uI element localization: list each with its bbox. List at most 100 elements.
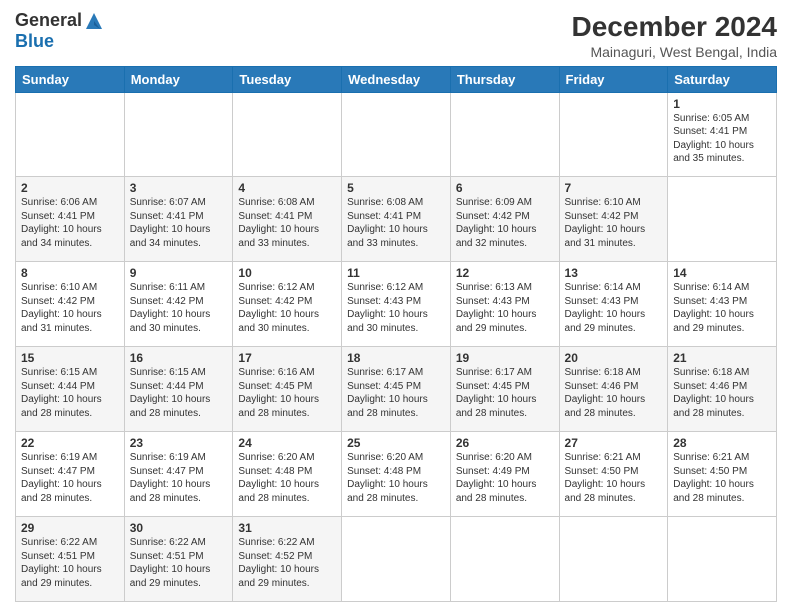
day-number: 11 xyxy=(347,266,445,280)
day-cell xyxy=(668,177,777,262)
col-sunday: Sunday xyxy=(16,66,125,92)
day-cell xyxy=(668,517,777,602)
day-cell: 20Sunrise: 6:18 AMSunset: 4:46 PMDayligh… xyxy=(559,347,668,432)
col-saturday: Saturday xyxy=(668,66,777,92)
day-cell: 6Sunrise: 6:09 AMSunset: 4:42 PMDaylight… xyxy=(450,177,559,262)
empty-cell xyxy=(124,92,233,177)
day-info: Sunrise: 6:09 AMSunset: 4:42 PMDaylight:… xyxy=(456,196,554,250)
day-number: 8 xyxy=(21,266,119,280)
day-number: 26 xyxy=(456,436,554,450)
col-thursday: Thursday xyxy=(450,66,559,92)
day-number: 31 xyxy=(238,521,336,535)
day-cell: 25Sunrise: 6:20 AMSunset: 4:48 PMDayligh… xyxy=(342,432,451,517)
day-number: 5 xyxy=(347,181,445,195)
day-info: Sunrise: 6:21 AMSunset: 4:50 PMDaylight:… xyxy=(565,451,663,505)
empty-cell xyxy=(559,92,668,177)
day-cell: 15Sunrise: 6:15 AMSunset: 4:44 PMDayligh… xyxy=(16,347,125,432)
day-cell: 17Sunrise: 6:16 AMSunset: 4:45 PMDayligh… xyxy=(233,347,342,432)
logo-blue-text: Blue xyxy=(15,31,54,52)
day-info: Sunrise: 6:10 AMSunset: 4:42 PMDaylight:… xyxy=(565,196,663,250)
day-cell: 19Sunrise: 6:17 AMSunset: 4:45 PMDayligh… xyxy=(450,347,559,432)
col-tuesday: Tuesday xyxy=(233,66,342,92)
day-info: Sunrise: 6:05 AMSunset: 4:41 PMDaylight:… xyxy=(673,112,771,166)
empty-cell xyxy=(233,92,342,177)
day-info: Sunrise: 6:20 AMSunset: 4:48 PMDaylight:… xyxy=(238,451,336,505)
day-number: 10 xyxy=(238,266,336,280)
calendar-week-6: 29Sunrise: 6:22 AMSunset: 4:51 PMDayligh… xyxy=(16,517,777,602)
day-cell: 27Sunrise: 6:21 AMSunset: 4:50 PMDayligh… xyxy=(559,432,668,517)
day-info: Sunrise: 6:17 AMSunset: 4:45 PMDaylight:… xyxy=(347,366,445,420)
day-info: Sunrise: 6:20 AMSunset: 4:48 PMDaylight:… xyxy=(347,451,445,505)
day-number: 9 xyxy=(130,266,228,280)
day-cell: 18Sunrise: 6:17 AMSunset: 4:45 PMDayligh… xyxy=(342,347,451,432)
day-number: 30 xyxy=(130,521,228,535)
day-info: Sunrise: 6:12 AMSunset: 4:42 PMDaylight:… xyxy=(238,281,336,335)
day-info: Sunrise: 6:13 AMSunset: 4:43 PMDaylight:… xyxy=(456,281,554,335)
calendar-header-row: Sunday Monday Tuesday Wednesday Thursday… xyxy=(16,66,777,92)
day-number: 14 xyxy=(673,266,771,280)
day-cell: 26Sunrise: 6:20 AMSunset: 4:49 PMDayligh… xyxy=(450,432,559,517)
day-number: 19 xyxy=(456,351,554,365)
day-cell: 29Sunrise: 6:22 AMSunset: 4:51 PMDayligh… xyxy=(16,517,125,602)
day-number: 29 xyxy=(21,521,119,535)
col-friday: Friday xyxy=(559,66,668,92)
day-cell: 28Sunrise: 6:21 AMSunset: 4:50 PMDayligh… xyxy=(668,432,777,517)
day-info: Sunrise: 6:18 AMSunset: 4:46 PMDaylight:… xyxy=(565,366,663,420)
day-cell: 10Sunrise: 6:12 AMSunset: 4:42 PMDayligh… xyxy=(233,262,342,347)
day-cell: 5Sunrise: 6:08 AMSunset: 4:41 PMDaylight… xyxy=(342,177,451,262)
col-wednesday: Wednesday xyxy=(342,66,451,92)
day-info: Sunrise: 6:17 AMSunset: 4:45 PMDaylight:… xyxy=(456,366,554,420)
logo-general-text: General xyxy=(15,10,82,31)
day-number: 15 xyxy=(21,351,119,365)
day-cell: 21Sunrise: 6:18 AMSunset: 4:46 PMDayligh… xyxy=(668,347,777,432)
day-info: Sunrise: 6:14 AMSunset: 4:43 PMDaylight:… xyxy=(673,281,771,335)
day-cell: 23Sunrise: 6:19 AMSunset: 4:47 PMDayligh… xyxy=(124,432,233,517)
day-cell: 3Sunrise: 6:07 AMSunset: 4:41 PMDaylight… xyxy=(124,177,233,262)
day-cell: 30Sunrise: 6:22 AMSunset: 4:51 PMDayligh… xyxy=(124,517,233,602)
day-cell: 7Sunrise: 6:10 AMSunset: 4:42 PMDaylight… xyxy=(559,177,668,262)
day-number: 27 xyxy=(565,436,663,450)
day-cell: 12Sunrise: 6:13 AMSunset: 4:43 PMDayligh… xyxy=(450,262,559,347)
day-info: Sunrise: 6:08 AMSunset: 4:41 PMDaylight:… xyxy=(238,196,336,250)
calendar-week-1: 1Sunrise: 6:05 AMSunset: 4:41 PMDaylight… xyxy=(16,92,777,177)
calendar-week-5: 22Sunrise: 6:19 AMSunset: 4:47 PMDayligh… xyxy=(16,432,777,517)
logo-icon xyxy=(84,11,104,31)
day-number: 16 xyxy=(130,351,228,365)
day-number: 21 xyxy=(673,351,771,365)
day-number: 6 xyxy=(456,181,554,195)
col-monday: Monday xyxy=(124,66,233,92)
header: General Blue December 2024 Mainaguri, We… xyxy=(15,10,777,60)
day-cell: 22Sunrise: 6:19 AMSunset: 4:47 PMDayligh… xyxy=(16,432,125,517)
day-info: Sunrise: 6:10 AMSunset: 4:42 PMDaylight:… xyxy=(21,281,119,335)
calendar-week-2: 2Sunrise: 6:06 AMSunset: 4:41 PMDaylight… xyxy=(16,177,777,262)
day-info: Sunrise: 6:18 AMSunset: 4:46 PMDaylight:… xyxy=(673,366,771,420)
day-number: 2 xyxy=(21,181,119,195)
day-cell xyxy=(450,517,559,602)
empty-cell xyxy=(450,92,559,177)
day-info: Sunrise: 6:07 AMSunset: 4:41 PMDaylight:… xyxy=(130,196,228,250)
day-number: 7 xyxy=(565,181,663,195)
day-info: Sunrise: 6:15 AMSunset: 4:44 PMDaylight:… xyxy=(130,366,228,420)
day-number: 12 xyxy=(456,266,554,280)
day-number: 3 xyxy=(130,181,228,195)
day-number: 23 xyxy=(130,436,228,450)
day-cell: 8Sunrise: 6:10 AMSunset: 4:42 PMDaylight… xyxy=(16,262,125,347)
day-number: 1 xyxy=(673,97,771,111)
day-info: Sunrise: 6:11 AMSunset: 4:42 PMDaylight:… xyxy=(130,281,228,335)
day-info: Sunrise: 6:12 AMSunset: 4:43 PMDaylight:… xyxy=(347,281,445,335)
main-title: December 2024 xyxy=(572,10,777,44)
day-cell: 9Sunrise: 6:11 AMSunset: 4:42 PMDaylight… xyxy=(124,262,233,347)
day-number: 20 xyxy=(565,351,663,365)
empty-cell xyxy=(16,92,125,177)
day-number: 28 xyxy=(673,436,771,450)
subtitle: Mainaguri, West Bengal, India xyxy=(572,44,777,60)
day-cell: 16Sunrise: 6:15 AMSunset: 4:44 PMDayligh… xyxy=(124,347,233,432)
day-number: 22 xyxy=(21,436,119,450)
day-info: Sunrise: 6:16 AMSunset: 4:45 PMDaylight:… xyxy=(238,366,336,420)
logo: General Blue xyxy=(15,10,104,52)
page: General Blue December 2024 Mainaguri, We… xyxy=(0,0,792,612)
day-cell: 1Sunrise: 6:05 AMSunset: 4:41 PMDaylight… xyxy=(668,92,777,177)
day-cell: 31Sunrise: 6:22 AMSunset: 4:52 PMDayligh… xyxy=(233,517,342,602)
day-info: Sunrise: 6:08 AMSunset: 4:41 PMDaylight:… xyxy=(347,196,445,250)
day-info: Sunrise: 6:21 AMSunset: 4:50 PMDaylight:… xyxy=(673,451,771,505)
